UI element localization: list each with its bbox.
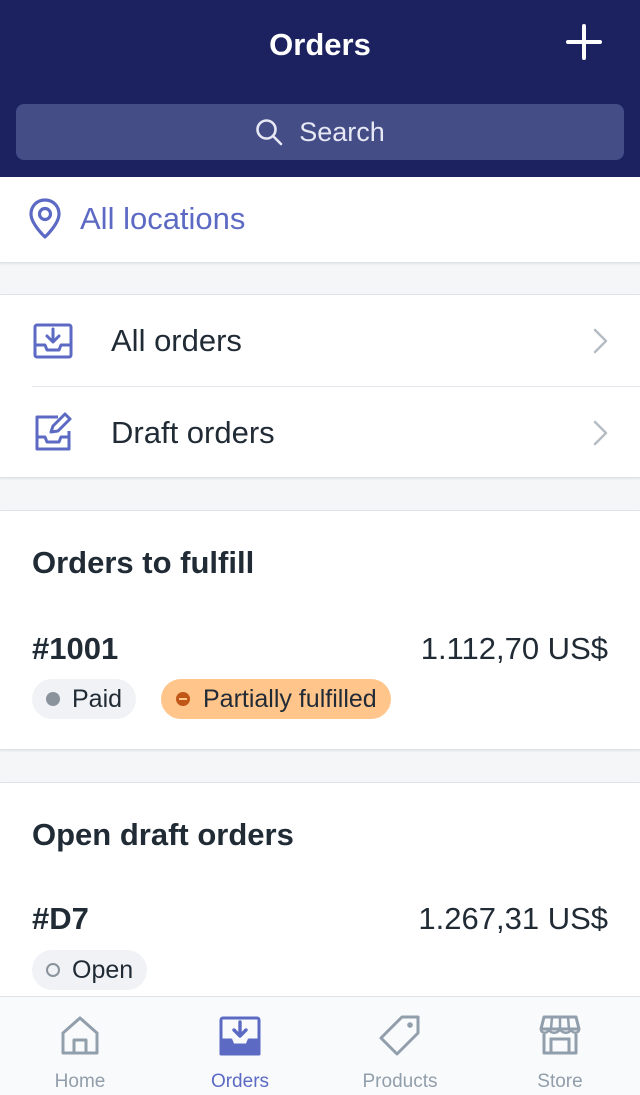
tab-home[interactable]: Home (0, 997, 160, 1095)
partial-status-icon (176, 692, 190, 706)
search-icon (256, 119, 283, 146)
status-dot (46, 692, 60, 706)
draft-edit-icon (35, 412, 72, 451)
draft-status-badge: Open (32, 950, 148, 990)
chevron-right-icon (593, 420, 608, 446)
tab-store[interactable]: Store (480, 997, 640, 1095)
store-icon (539, 1015, 581, 1055)
open-draft-orders-card: Open draft orders #D7 1.267,31 US$ Open (0, 782, 640, 996)
search-placeholder: Search (299, 116, 385, 147)
section-title: Open draft orders (32, 817, 294, 852)
payment-status-label: Paid (72, 684, 123, 713)
status-dot (46, 963, 60, 977)
payment-status-badge: Paid (32, 679, 137, 719)
tab-label: Store (537, 1071, 583, 1092)
inbox-download-icon (33, 323, 73, 359)
location-selector[interactable]: All locations (0, 177, 640, 263)
order-number: #1001 (32, 631, 119, 666)
draft-order-amount: 1.267,31 US$ (418, 901, 608, 936)
tag-icon (379, 1015, 420, 1056)
nav-row-all-orders[interactable]: All orders (0, 295, 640, 386)
section-title: Orders to fulfill (32, 545, 255, 580)
page-title: Orders (269, 27, 371, 62)
location-label: All locations (80, 201, 246, 236)
draft-order-number: #D7 (32, 901, 89, 936)
search-input[interactable]: Search (16, 104, 624, 160)
fulfillment-status-label: Partially fulfilled (203, 684, 377, 713)
tab-label: Orders (210, 1071, 270, 1092)
draft-status-label: Open (72, 955, 134, 984)
tab-orders[interactable]: Orders (160, 997, 320, 1095)
tab-label: Products (362, 1071, 438, 1092)
draft-order-row[interactable]: #D7 1.267,31 US$ Open (0, 883, 640, 997)
add-order-button[interactable] (560, 18, 608, 66)
nav-label-all-orders: All orders (111, 323, 242, 358)
location-pin-icon (29, 198, 61, 239)
orders-to-fulfill-card: Orders to fulfill #1001 1.112,70 US$ Pai… (0, 510, 640, 750)
orders-nav-card: All orders Draft orders (0, 294, 640, 478)
order-amount: 1.112,70 US$ (420, 631, 608, 666)
order-row[interactable]: #1001 1.112,70 US$ Paid Partially fulfil… (0, 611, 640, 731)
header-bar: Orders Search (0, 0, 640, 177)
bottom-tab-bar: Home Orders Products Store (0, 996, 640, 1095)
plus-icon (566, 24, 602, 60)
home-icon (61, 1016, 99, 1055)
orders-icon (219, 1016, 261, 1056)
fulfillment-status-badge: Partially fulfilled (161, 679, 391, 719)
nav-row-draft-orders[interactable]: Draft orders (0, 387, 640, 478)
nav-label-draft-orders: Draft orders (111, 415, 275, 450)
tab-label: Home (54, 1071, 106, 1092)
tab-products[interactable]: Products (320, 997, 480, 1095)
chevron-right-icon (593, 328, 608, 354)
